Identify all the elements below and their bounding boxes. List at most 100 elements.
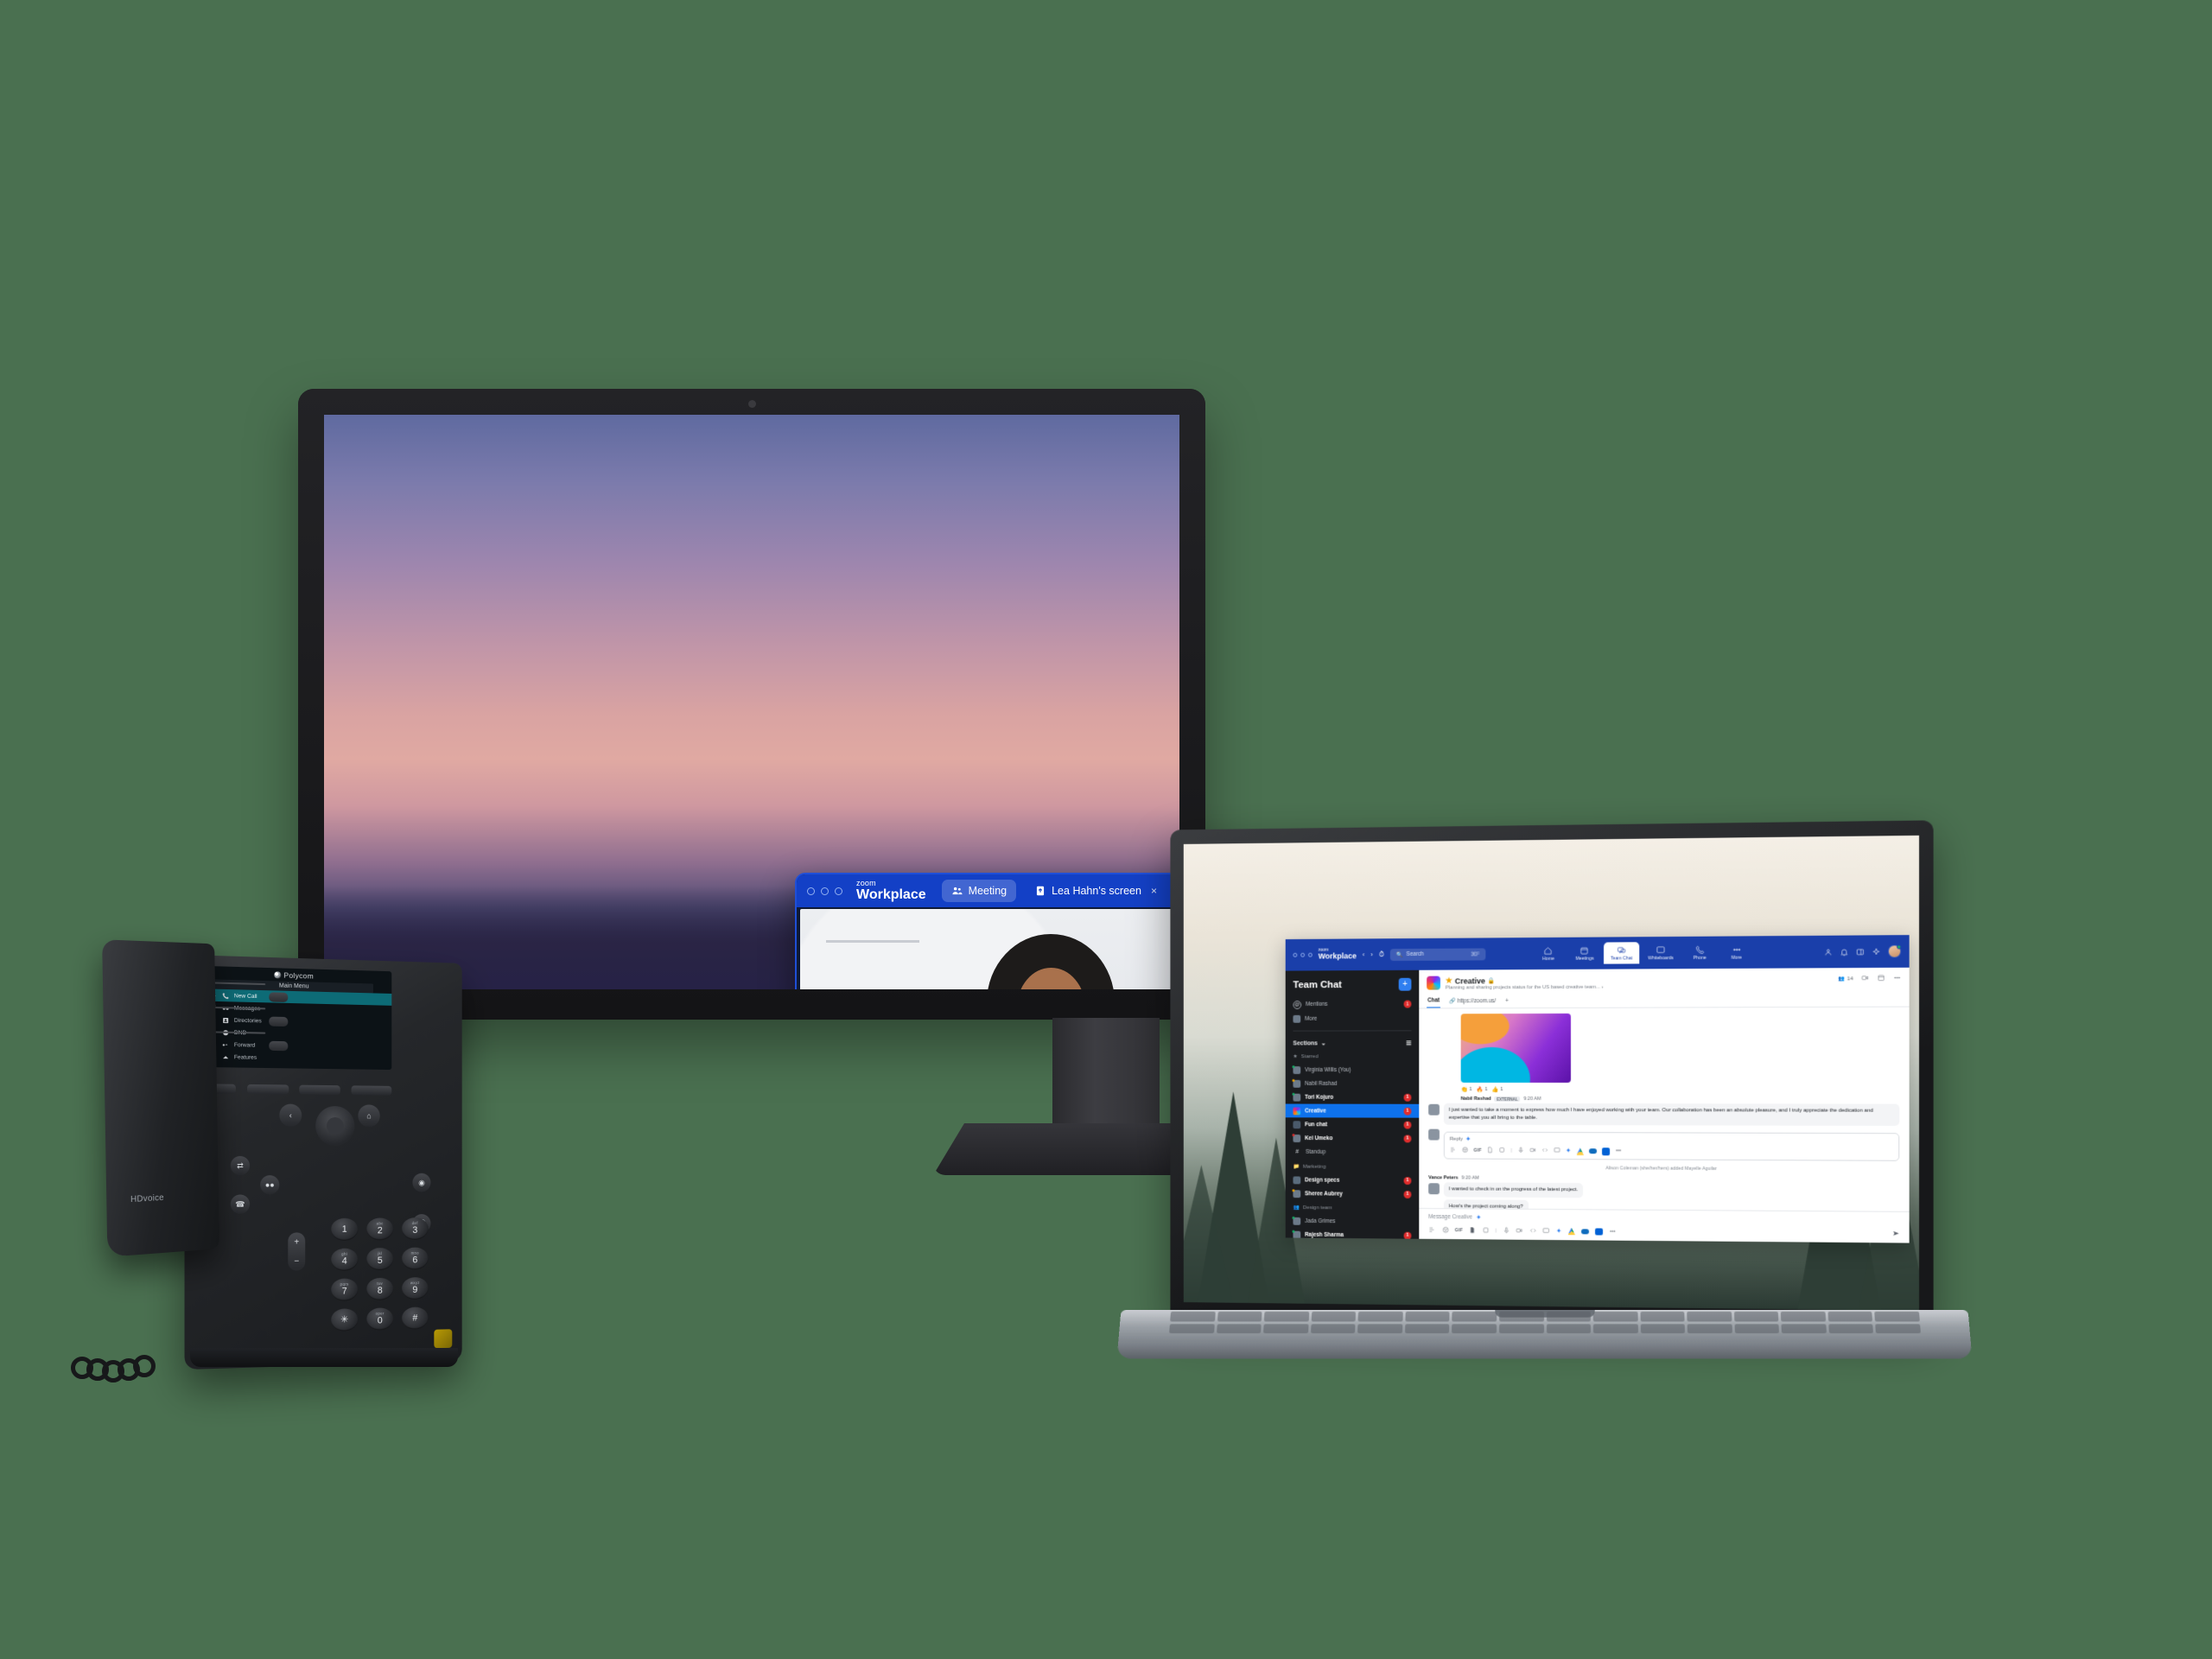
sidebar-item-sheree-aubrey[interactable]: Sheree Aubrey 1: [1286, 1186, 1420, 1201]
onedrive-icon[interactable]: [1589, 1148, 1598, 1154]
volume-down-button[interactable]: −: [294, 1256, 299, 1266]
search-input[interactable]: 🔍 Search ⌘F: [1389, 947, 1486, 961]
more-dots-icon[interactable]: [1609, 1227, 1617, 1236]
sparkle-ai-icon[interactable]: [1872, 947, 1880, 956]
message-composer[interactable]: Message Creative ✦ GIF | ✦: [1419, 1207, 1910, 1243]
clock-history-icon[interactable]: ⏱: [1379, 950, 1384, 959]
box-icon[interactable]: [1595, 1227, 1603, 1236]
more-dots-icon[interactable]: [1615, 1147, 1622, 1156]
file-icon[interactable]: [1469, 1226, 1476, 1236]
sidebar-item-nabil-rashad[interactable]: Nabil Rashad: [1286, 1077, 1420, 1090]
google-drive-icon[interactable]: [1567, 1228, 1575, 1236]
onedrive-icon[interactable]: [1580, 1229, 1590, 1235]
tab-meetings[interactable]: Meetings: [1567, 942, 1602, 964]
subtab-link[interactable]: 🔗 https://zoom.us/: [1448, 994, 1497, 1007]
sidebar-item-jada-grimes[interactable]: Jada Grimes: [1286, 1214, 1420, 1229]
sidebar-item-mentions[interactable]: @ Mentions 1: [1286, 997, 1420, 1012]
new-chat-button[interactable]: +: [1398, 977, 1412, 991]
phone-handset[interactable]: HDvoice: [102, 939, 219, 1257]
format-icon[interactable]: [1450, 1147, 1457, 1155]
sidebar-sections-header[interactable]: Sections ⌄ ☰: [1286, 1036, 1420, 1050]
sidebar-group-starred[interactable]: ★ Starred: [1286, 1050, 1420, 1063]
nav-forward-button[interactable]: ›: [1370, 950, 1373, 958]
ai-sparkle-icon[interactable]: ✦: [1465, 1135, 1471, 1143]
bell-icon[interactable]: [1840, 947, 1848, 956]
file-icon[interactable]: [1487, 1147, 1494, 1155]
box-icon[interactable]: [1602, 1147, 1610, 1155]
send-icon[interactable]: [1891, 1230, 1899, 1239]
reply-box[interactable]: Reply ✦ GIF | ✦: [1443, 1132, 1900, 1162]
softkey-3[interactable]: [299, 1084, 341, 1096]
code-icon[interactable]: [1541, 1147, 1548, 1155]
format-icon[interactable]: [1428, 1225, 1435, 1235]
headset-button[interactable]: ◉: [412, 1173, 431, 1192]
softkey-4[interactable]: [351, 1085, 392, 1096]
key-5[interactable]: jkl 5: [366, 1247, 394, 1271]
message-list[interactable]: 👏 1 🔥 1 👍 1 Nabil Rashad EXTERNAL 9:20 A…: [1419, 1007, 1909, 1211]
key-0[interactable]: oper 0: [366, 1307, 394, 1331]
screenshot-icon[interactable]: [1482, 1226, 1489, 1236]
line-key-2[interactable]: [269, 1016, 289, 1027]
key-1[interactable]: 1: [330, 1217, 359, 1241]
reaction-chip[interactable]: 🔥 1: [1477, 1086, 1488, 1093]
avatar[interactable]: [1428, 1183, 1440, 1195]
minimize-window-button[interactable]: [821, 887, 829, 895]
key-4[interactable]: ghi 4: [330, 1248, 359, 1271]
softkey-2[interactable]: [246, 1084, 289, 1095]
tab-home[interactable]: Home: [1531, 943, 1566, 965]
line-key-3[interactable]: [269, 1040, 289, 1052]
code-icon[interactable]: [1529, 1226, 1536, 1236]
tab-more[interactable]: More: [1719, 941, 1754, 963]
emoji-icon[interactable]: [1441, 1226, 1448, 1236]
tab-whiteboards[interactable]: Whiteboards: [1641, 942, 1681, 964]
subtab-chat[interactable]: Chat: [1427, 994, 1441, 1008]
screen-share-icon[interactable]: [1542, 1226, 1549, 1236]
line-key-1[interactable]: [269, 992, 289, 1002]
avatar[interactable]: [1428, 1103, 1440, 1116]
maximize-window-button[interactable]: [835, 887, 842, 895]
key-7[interactable]: pqrs 7: [330, 1278, 359, 1301]
key-star[interactable]: ✳: [330, 1308, 359, 1332]
sidebar-item-fun-chat[interactable]: Fun chat 1: [1286, 1117, 1420, 1131]
window-controls[interactable]: [807, 887, 842, 895]
ai-sparkle-icon[interactable]: ✦: [1566, 1147, 1572, 1154]
nav-back-button[interactable]: ‹: [1363, 950, 1365, 958]
sidebar-group-design-team[interactable]: 👥 Design team: [1286, 1200, 1420, 1215]
panel-layout-icon[interactable]: [1856, 947, 1865, 956]
sidebar-item-creative[interactable]: Creative 1: [1285, 1103, 1420, 1118]
video-dropdown-icon[interactable]: [1861, 974, 1869, 983]
avatar[interactable]: [1887, 944, 1902, 958]
video-message-icon[interactable]: [1529, 1147, 1536, 1155]
tab-meeting[interactable]: Meeting: [941, 880, 1017, 902]
sidebar-item-standup[interactable]: # Standup: [1286, 1145, 1420, 1160]
emoji-icon[interactable]: [1462, 1147, 1469, 1155]
tab-team-chat[interactable]: Team Chat: [1603, 942, 1640, 964]
ai-sparkle-icon[interactable]: ✦: [1556, 1227, 1562, 1235]
transfer-button[interactable]: ⇄: [230, 1155, 251, 1176]
star-icon[interactable]: ★: [1446, 976, 1452, 986]
filter-icon[interactable]: ☰: [1406, 1039, 1411, 1046]
tab-phone[interactable]: Phone: [1682, 941, 1718, 963]
key-8[interactable]: tuv 8: [366, 1277, 394, 1301]
back-button[interactable]: ‹: [279, 1103, 302, 1127]
screen-share-icon[interactable]: [1554, 1147, 1560, 1155]
dpad-navigation[interactable]: [315, 1105, 355, 1147]
sidebar-item-rajesh-sharma[interactable]: Rajesh Sharma 1: [1286, 1228, 1420, 1239]
members-count[interactable]: 👥 14: [1839, 976, 1853, 982]
close-window-button[interactable]: [807, 887, 815, 895]
sidebar-item-more[interactable]: More: [1286, 1011, 1420, 1025]
key-6[interactable]: mno 6: [401, 1247, 429, 1270]
sidebar-item-kei-umeko[interactable]: Kei Umeko 1: [1286, 1131, 1420, 1145]
key-2[interactable]: abc 2: [366, 1217, 394, 1241]
volume-control[interactable]: + −: [288, 1232, 306, 1271]
chevron-down-icon[interactable]: ⌄: [1321, 1039, 1326, 1046]
audio-icon[interactable]: [1503, 1226, 1510, 1236]
phone-menu-item-features[interactable]: 6 Features: [194, 1050, 391, 1065]
key-9[interactable]: wxyz 9: [401, 1276, 429, 1300]
home-button[interactable]: ⌂: [358, 1104, 380, 1128]
window-controls[interactable]: [1293, 952, 1313, 957]
channel-description[interactable]: Planning and sharing projects status for…: [1446, 985, 1604, 991]
calendar-icon[interactable]: [1877, 974, 1885, 983]
more-dots-icon[interactable]: [1893, 974, 1901, 983]
key-3[interactable]: def 3: [401, 1217, 429, 1240]
